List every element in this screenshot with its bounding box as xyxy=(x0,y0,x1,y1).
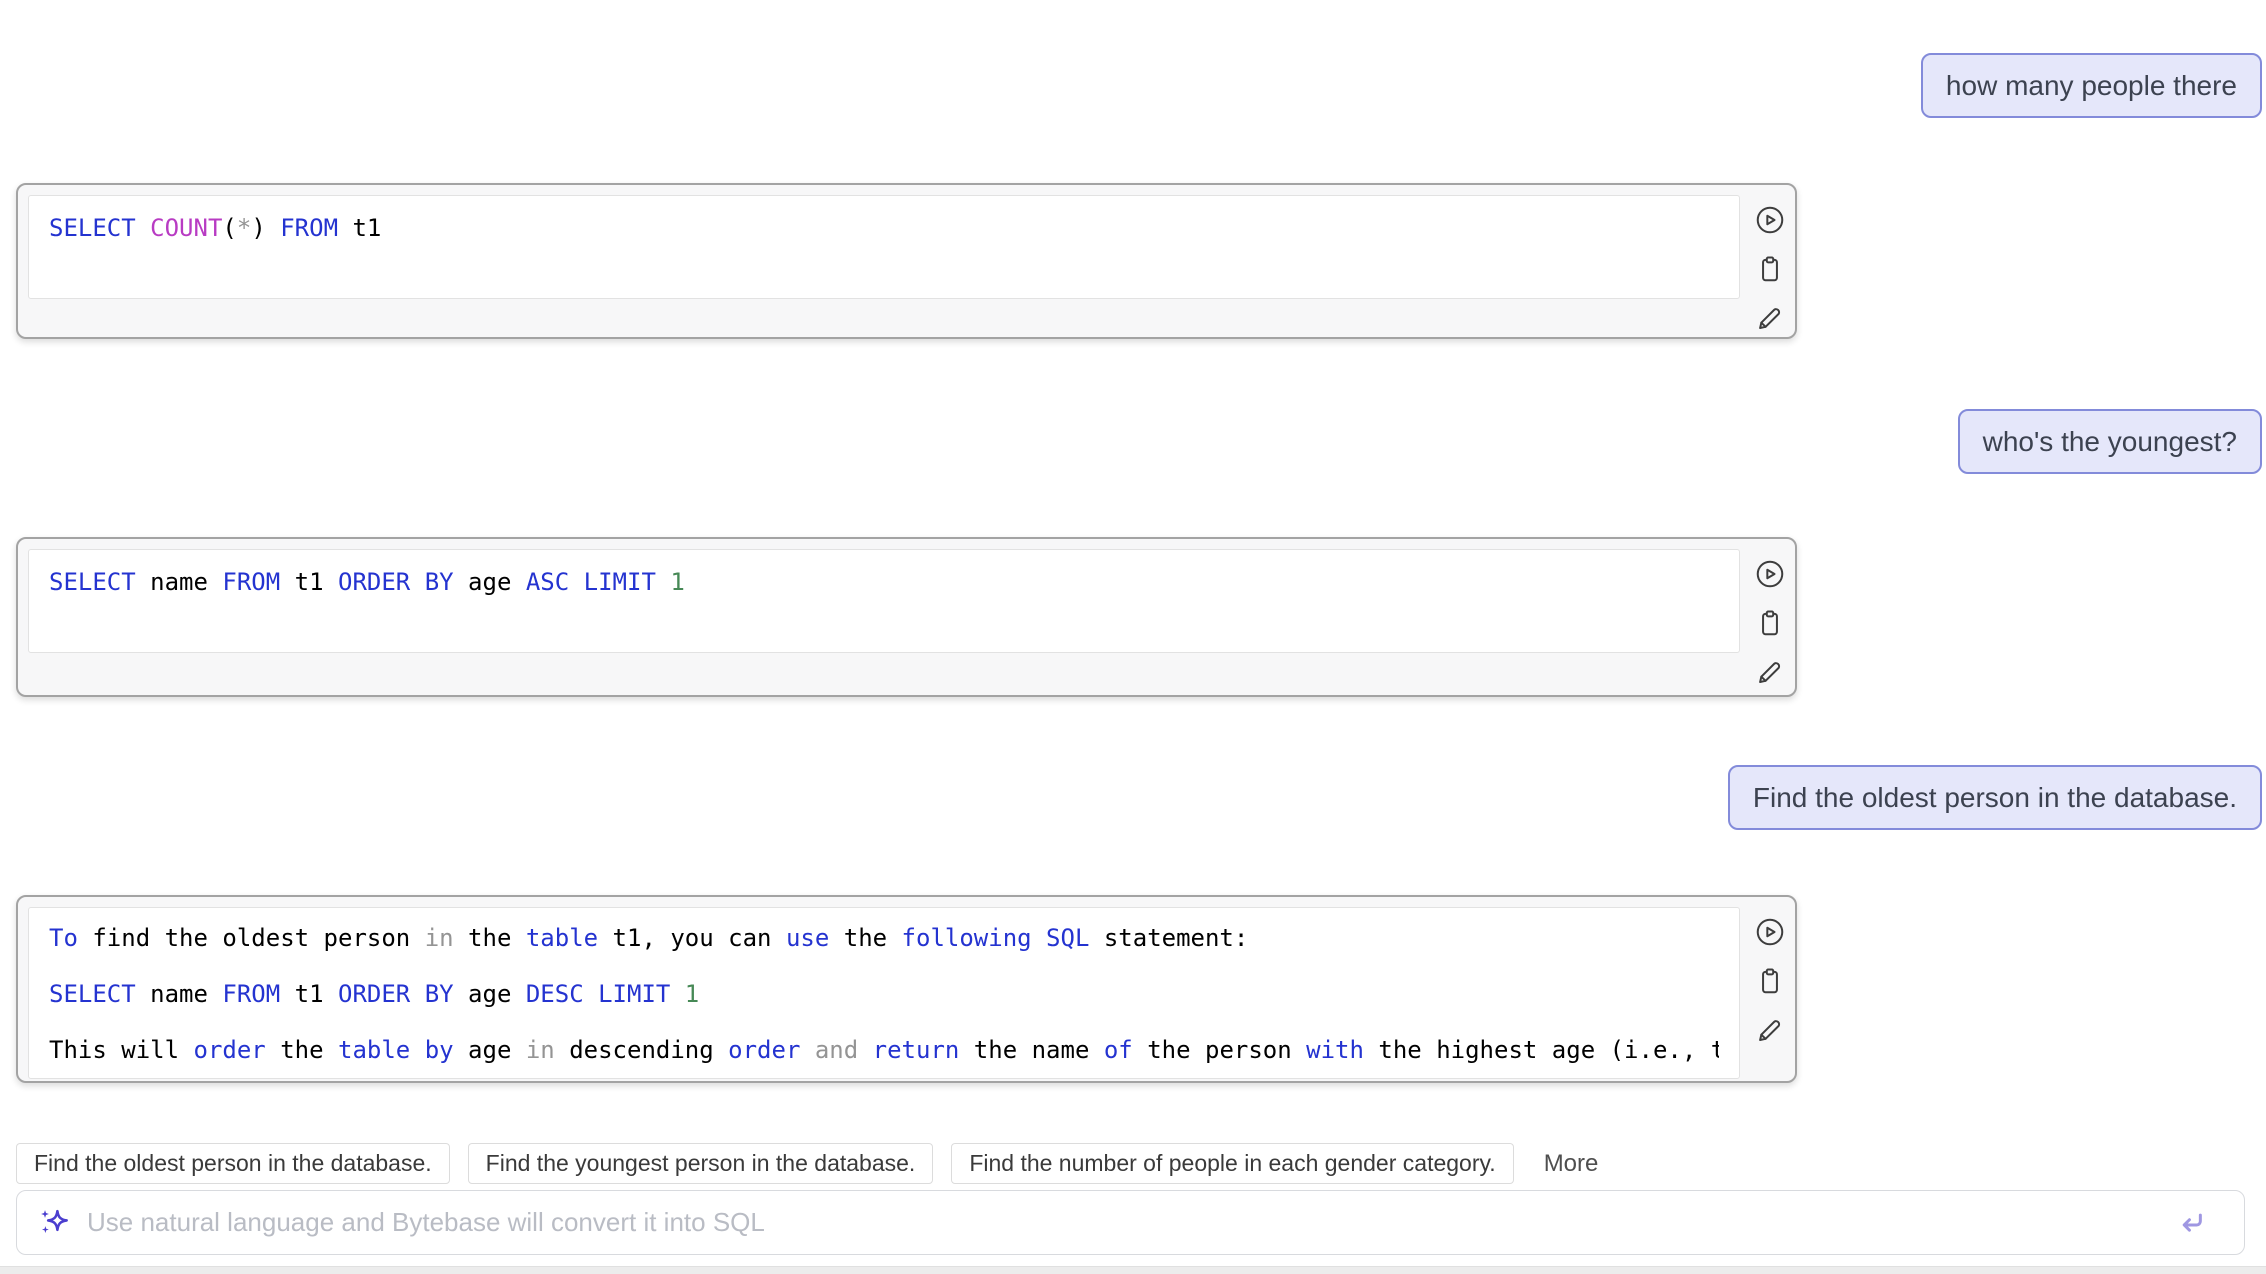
edit-sql-button[interactable] xyxy=(1754,302,1786,334)
pencil-icon xyxy=(1754,656,1786,688)
play-icon xyxy=(1754,204,1786,236)
play-icon xyxy=(1754,916,1786,948)
nl2sql-input[interactable] xyxy=(85,1206,2174,1239)
return-icon[interactable] xyxy=(2174,1206,2208,1240)
sql-response-block: SELECT name FROM t1 ORDER BY age ASC LIM… xyxy=(16,537,1797,697)
code-line: To find the oldest person in the table t… xyxy=(49,910,1719,966)
sql-response-block: SELECT COUNT(*) FROM t1 xyxy=(16,183,1797,339)
code-line: SELECT name FROM t1 ORDER BY age ASC LIM… xyxy=(49,554,1719,610)
block-action-column xyxy=(1754,558,1786,688)
suggestion-chip[interactable]: Find the number of people in each gender… xyxy=(951,1143,1513,1184)
run-query-button[interactable] xyxy=(1754,558,1786,590)
code-line: This will order the table by age in desc… xyxy=(49,1022,1719,1078)
bottom-panel-edge xyxy=(0,1266,2266,1274)
block-action-column xyxy=(1754,916,1786,1046)
user-message-bubble: how many people there xyxy=(1921,53,2262,118)
sql-code-editor[interactable]: To find the oldest person in the table t… xyxy=(28,907,1740,1079)
sql-code-editor[interactable]: SELECT name FROM t1 ORDER BY age ASC LIM… xyxy=(28,549,1740,653)
nl2sql-composer xyxy=(16,1190,2245,1255)
copy-sql-button[interactable] xyxy=(1754,607,1786,639)
run-query-button[interactable] xyxy=(1754,916,1786,948)
more-suggestions-button[interactable]: More xyxy=(1538,1150,1605,1178)
pencil-icon xyxy=(1754,1014,1786,1046)
suggestion-chip[interactable]: Find the youngest person in the database… xyxy=(468,1143,934,1184)
play-icon xyxy=(1754,558,1786,590)
sql-response-block: To find the oldest person in the table t… xyxy=(16,895,1797,1083)
edit-sql-button[interactable] xyxy=(1754,656,1786,688)
code-line: SELECT name FROM t1 ORDER BY age DESC LI… xyxy=(49,966,1719,1022)
sparkles-icon xyxy=(37,1206,71,1240)
code-line: SELECT COUNT(*) FROM t1 xyxy=(49,200,1719,256)
user-message-bubble: Find the oldest person in the database. xyxy=(1728,765,2262,830)
suggestion-chips-row: Find the oldest person in the database. … xyxy=(16,1143,1604,1184)
bytebase-ai-chat-panel: how many people there SELECT COUNT(*) FR… xyxy=(0,0,2266,1274)
sql-code-editor[interactable]: SELECT COUNT(*) FROM t1 xyxy=(28,195,1740,299)
copy-sql-button[interactable] xyxy=(1754,965,1786,997)
suggestion-chip[interactable]: Find the oldest person in the database. xyxy=(16,1143,450,1184)
pencil-icon xyxy=(1754,302,1786,334)
clipboard-icon xyxy=(1754,253,1786,285)
clipboard-icon xyxy=(1754,607,1786,639)
edit-sql-button[interactable] xyxy=(1754,1014,1786,1046)
clipboard-icon xyxy=(1754,965,1786,997)
block-action-column xyxy=(1754,204,1786,334)
user-message-bubble: who's the youngest? xyxy=(1958,409,2262,474)
copy-sql-button[interactable] xyxy=(1754,253,1786,285)
run-query-button[interactable] xyxy=(1754,204,1786,236)
